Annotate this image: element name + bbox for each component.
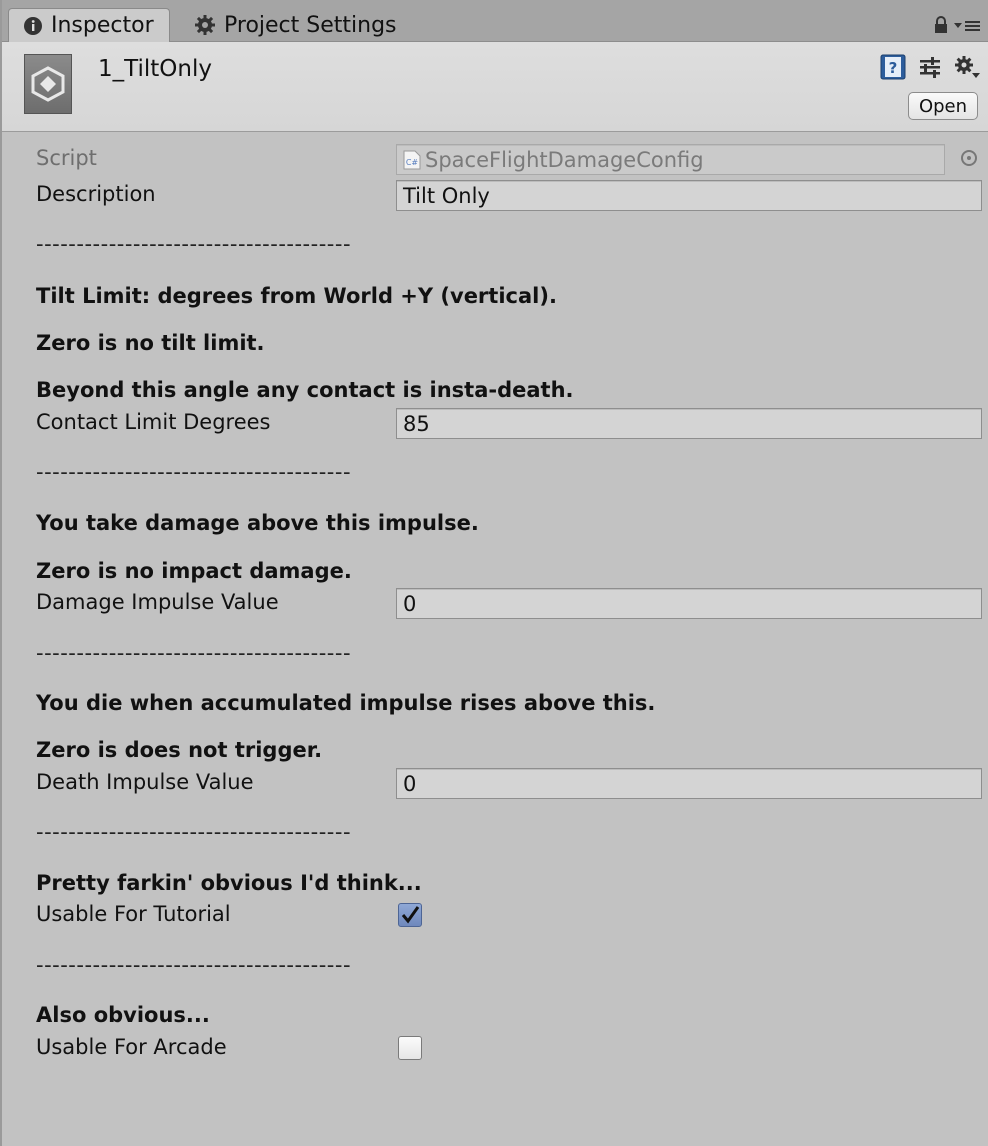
description-label: Description xyxy=(36,182,156,206)
separator: --------------------------------------- xyxy=(36,460,352,484)
description-field[interactable]: Tilt Only xyxy=(396,180,982,211)
tab-menu-icon[interactable] xyxy=(954,18,980,37)
tab-tools xyxy=(934,16,980,38)
tutorial-heading: Pretty farkin' obvious I'd think... xyxy=(36,871,422,895)
lock-icon[interactable] xyxy=(934,16,948,38)
usable-arcade-label: Usable For Arcade xyxy=(36,1035,227,1059)
description-value: Tilt Only xyxy=(403,183,490,208)
tab-bar: Inspector Project Settings xyxy=(2,0,988,42)
object-picker-icon[interactable] xyxy=(961,150,977,166)
separator: --------------------------------------- xyxy=(36,641,352,665)
svg-text:C#: C# xyxy=(406,158,419,167)
separator: --------------------------------------- xyxy=(36,953,352,977)
inspector-window: Inspector Project Settings 1_TiltOnly ? xyxy=(0,0,988,1146)
death-heading-2: Zero is does not trigger. xyxy=(36,738,323,762)
svg-text:?: ? xyxy=(889,59,898,77)
death-impulse-label: Death Impulse Value xyxy=(36,770,254,794)
tab-inspector[interactable]: Inspector xyxy=(8,8,170,42)
usable-tutorial-label: Usable For Tutorial xyxy=(36,902,231,926)
damage-impulse-value: 0 xyxy=(403,591,417,616)
gear-icon xyxy=(194,14,216,36)
script-value: SpaceFlightDamageConfig xyxy=(425,147,704,172)
header-tools: ? xyxy=(880,54,980,84)
separator: --------------------------------------- xyxy=(36,820,352,844)
script-field: C# SpaceFlightDamageConfig xyxy=(396,144,945,175)
script-label: Script xyxy=(36,146,97,170)
contact-limit-label: Contact Limit Degrees xyxy=(36,410,271,434)
tab-project-settings[interactable]: Project Settings xyxy=(180,8,409,42)
tilt-heading-2: Zero is no tilt limit. xyxy=(36,331,265,355)
tilt-heading-1: Tilt Limit: degrees from World +Y (verti… xyxy=(36,284,557,308)
preset-icon[interactable] xyxy=(918,55,942,83)
separator: --------------------------------------- xyxy=(36,232,352,256)
damage-heading-2: Zero is no impact damage. xyxy=(36,559,352,583)
tab-project-settings-label: Project Settings xyxy=(224,12,397,38)
arcade-heading: Also obvious... xyxy=(36,1003,210,1027)
death-impulse-field[interactable]: 0 xyxy=(396,768,982,799)
death-impulse-value: 0 xyxy=(403,771,417,796)
info-icon xyxy=(23,16,43,36)
checkmark-icon xyxy=(401,906,420,924)
inspector-header: 1_TiltOnly ? Open xyxy=(2,42,988,132)
contact-limit-value: 85 xyxy=(403,411,430,436)
tilt-heading-3: Beyond this angle any contact is insta-d… xyxy=(36,378,574,402)
settings-icon[interactable] xyxy=(954,55,980,83)
open-button[interactable]: Open xyxy=(908,92,978,120)
damage-impulse-field[interactable]: 0 xyxy=(396,588,982,619)
damage-heading-1: You take damage above this impulse. xyxy=(36,511,479,535)
usable-arcade-checkbox[interactable] xyxy=(398,1036,422,1060)
scriptable-object-icon xyxy=(24,54,72,114)
tab-inspector-label: Inspector xyxy=(51,13,154,38)
damage-impulse-label: Damage Impulse Value xyxy=(36,590,279,614)
help-icon[interactable]: ? xyxy=(880,54,906,84)
contact-limit-field[interactable]: 85 xyxy=(396,408,982,439)
death-heading-1: You die when accumulated impulse rises a… xyxy=(36,691,656,715)
asset-title: 1_TiltOnly xyxy=(98,56,212,82)
csharp-script-icon: C# xyxy=(403,150,421,170)
usable-tutorial-checkbox[interactable] xyxy=(398,903,422,927)
